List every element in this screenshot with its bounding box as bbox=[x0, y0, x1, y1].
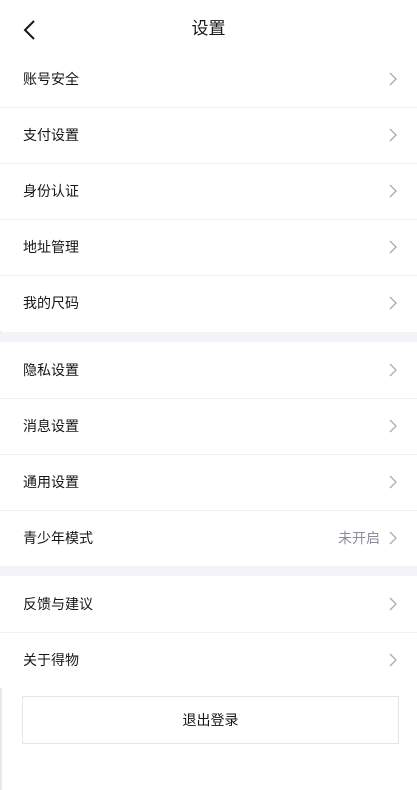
settings-item-label: 支付设置 bbox=[23, 128, 79, 144]
settings-group-about: 反馈与建议 关于得物 bbox=[0, 576, 417, 688]
settings-item-label: 关于得物 bbox=[23, 653, 79, 669]
settings-item-about[interactable]: 关于得物 bbox=[0, 632, 417, 688]
chevron-right-icon bbox=[386, 128, 400, 142]
settings-item-privacy[interactable]: 隐私设置 bbox=[0, 342, 417, 398]
chevron-right-icon bbox=[386, 653, 400, 667]
teen-mode-status: 未开启 bbox=[338, 531, 380, 547]
section-divider bbox=[0, 332, 417, 342]
settings-item-my-size[interactable]: 我的尺码 bbox=[0, 275, 417, 331]
section-divider bbox=[0, 566, 417, 576]
settings-item-label: 反馈与建议 bbox=[23, 597, 93, 613]
settings-group-account: 账号安全 支付设置 身份认证 地址管理 我的尺码 bbox=[0, 51, 417, 331]
settings-item-general[interactable]: 通用设置 bbox=[0, 454, 417, 510]
navigation-header: 设置 bbox=[0, 0, 417, 56]
settings-item-feedback[interactable]: 反馈与建议 bbox=[0, 576, 417, 632]
settings-item-label: 消息设置 bbox=[23, 419, 79, 435]
settings-group-general: 隐私设置 消息设置 通用设置 青少年模式 未开启 bbox=[0, 342, 417, 566]
settings-item-account-security[interactable]: 账号安全 bbox=[0, 51, 417, 107]
chevron-right-icon bbox=[386, 419, 400, 433]
settings-item-label: 身份认证 bbox=[23, 184, 79, 200]
chevron-right-icon bbox=[386, 72, 400, 86]
settings-item-label: 我的尺码 bbox=[23, 296, 79, 312]
chevron-right-icon bbox=[386, 531, 400, 545]
settings-item-address[interactable]: 地址管理 bbox=[0, 219, 417, 275]
settings-item-label: 隐私设置 bbox=[23, 363, 79, 379]
logout-button[interactable]: 退出登录 bbox=[22, 696, 399, 744]
chevron-right-icon bbox=[386, 363, 400, 377]
chevron-right-icon bbox=[386, 475, 400, 489]
settings-item-label: 账号安全 bbox=[23, 72, 79, 88]
chevron-right-icon bbox=[386, 184, 400, 198]
settings-item-label: 通用设置 bbox=[23, 475, 79, 491]
settings-item-notifications[interactable]: 消息设置 bbox=[0, 398, 417, 454]
settings-item-label: 青少年模式 bbox=[23, 531, 93, 547]
settings-item-identity[interactable]: 身份认证 bbox=[0, 163, 417, 219]
settings-item-label: 地址管理 bbox=[23, 240, 79, 256]
chevron-right-icon bbox=[386, 296, 400, 310]
chevron-right-icon bbox=[386, 240, 400, 254]
page-title: 设置 bbox=[191, 19, 226, 39]
settings-item-teen-mode[interactable]: 青少年模式 未开启 bbox=[0, 510, 417, 566]
settings-item-payment[interactable]: 支付设置 bbox=[0, 107, 417, 163]
chevron-right-icon bbox=[386, 597, 400, 611]
